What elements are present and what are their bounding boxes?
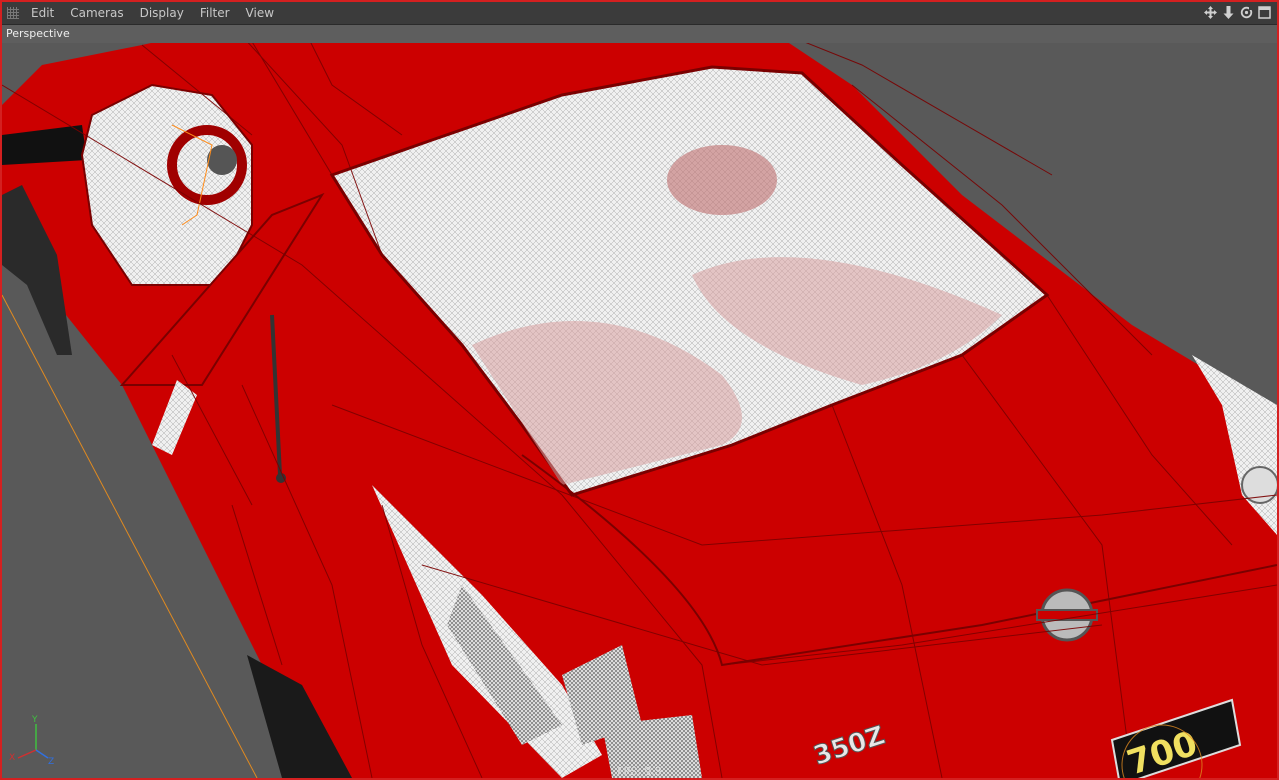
menu-edit[interactable]: Edit xyxy=(31,6,54,20)
fps-readout: FPS: 9.5 xyxy=(617,765,662,778)
menu-cameras[interactable]: Cameras xyxy=(70,6,123,20)
menu-display[interactable]: Display xyxy=(140,6,184,20)
dolly-icon[interactable] xyxy=(1222,5,1235,19)
menu-view[interactable]: View xyxy=(246,6,274,20)
axis-y-label: Y xyxy=(31,715,38,725)
world-axis-gizmo: Y X Z xyxy=(9,715,54,767)
view-navigation-tools xyxy=(1204,5,1271,19)
rotate-view-icon[interactable] xyxy=(1240,5,1253,19)
axis-x-label: X xyxy=(9,753,15,763)
viewport-canvas[interactable]: 350Z 700 xyxy=(2,25,1277,778)
menu-filter[interactable]: Filter xyxy=(200,6,230,20)
grip-icon[interactable] xyxy=(7,7,19,19)
car-body xyxy=(2,25,1277,778)
viewport-header: Perspective xyxy=(2,25,1277,43)
viewport-camera-label[interactable]: Perspective xyxy=(6,27,70,40)
viewport-menubar: Edit Cameras Display Filter View xyxy=(2,2,1277,25)
move-view-icon[interactable] xyxy=(1204,5,1217,19)
maximize-view-icon[interactable] xyxy=(1258,5,1271,19)
